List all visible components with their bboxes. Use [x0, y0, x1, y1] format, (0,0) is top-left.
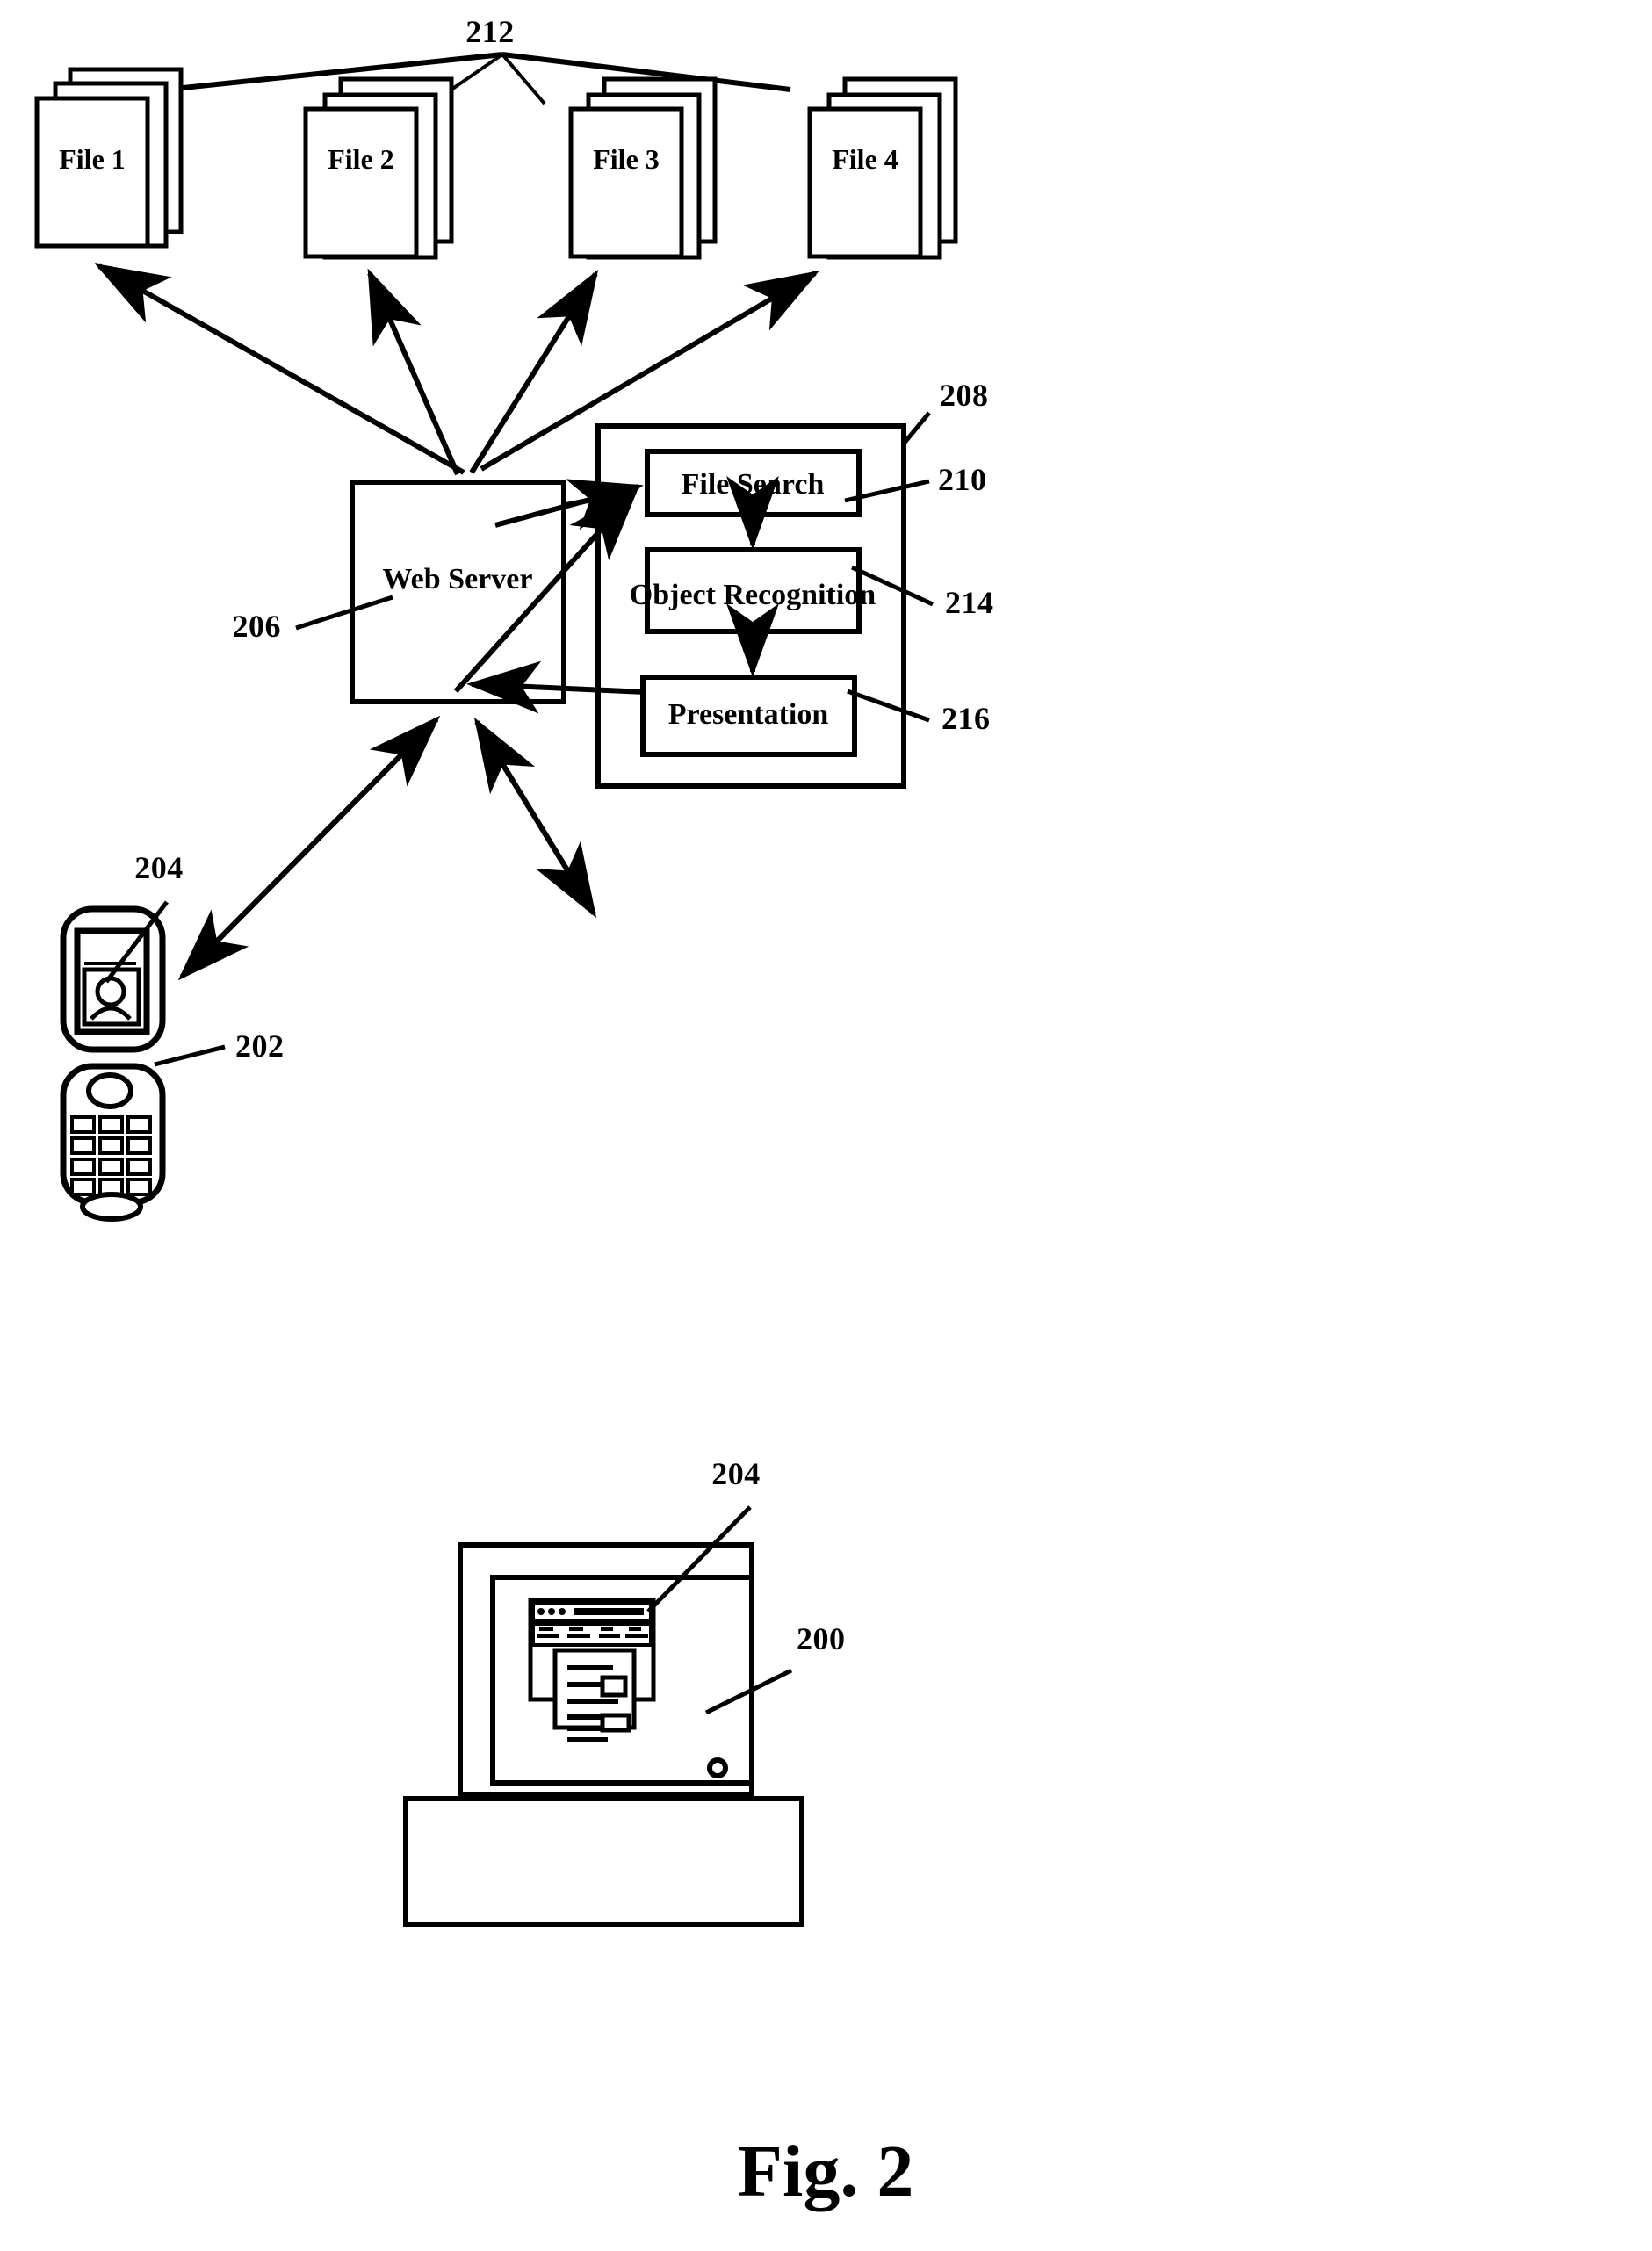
browser-thumbnail-1 — [600, 1675, 628, 1698]
presentation-label: Presentation — [668, 698, 829, 731]
mobile-bottom-button — [80, 1192, 143, 1222]
file-stack-1-label: File 1 — [59, 143, 126, 175]
desktop-computer-device — [403, 1542, 804, 1927]
ref-214: 214 — [945, 585, 994, 620]
ref-206: 206 — [233, 609, 282, 644]
file-stack-1: File 1 — [34, 67, 184, 249]
object-recognition-label: Object Recognition — [630, 579, 876, 611]
file-search-label: File Search — [682, 468, 825, 501]
monitor-power-indicator — [707, 1757, 728, 1778]
ref-216: 216 — [941, 701, 991, 736]
file-stack-4: File 4 — [807, 76, 958, 260]
ref-212: 212 — [465, 14, 515, 49]
ref-210: 210 — [938, 462, 987, 497]
mobile-phone-device — [60, 905, 166, 1222]
file-stack-4-label: File 4 — [832, 143, 898, 175]
ref-204-computer: 204 — [711, 1456, 761, 1491]
ref-202: 202 — [235, 1028, 285, 1064]
computer-server-connection — [473, 717, 597, 919]
ref-200: 200 — [797, 1621, 846, 1656]
file-stack-3: File 3 — [568, 76, 718, 260]
figure-caption: Fig. 2 — [738, 2131, 914, 2212]
web-server-label: Web Server — [383, 563, 533, 595]
module-file-search: File Search — [645, 449, 862, 517]
file-stack-3-label: File 3 — [593, 143, 660, 175]
ref-208: 208 — [940, 378, 989, 413]
ref-204-phone: 204 — [134, 850, 184, 885]
ref-202-leader — [154, 1044, 226, 1067]
file-stack-2-label: File 2 — [328, 143, 394, 175]
module-object-recognition: Object Recognition — [630, 547, 876, 634]
patent-figure-2: 212 File 1 File 2 File 3 File 4 Web Serv… — [0, 0, 1652, 2251]
file-stack-2: File 2 — [303, 76, 454, 260]
figure-canvas: 212 File 1 File 2 File 3 File 4 Web Serv… — [34, 14, 994, 2212]
monitor-base — [403, 1796, 804, 1927]
phone-server-connection — [177, 715, 441, 981]
mobile-nav-button — [86, 1072, 133, 1109]
ref-208-leader — [902, 411, 931, 445]
browser-thumbnail-2 — [600, 1713, 631, 1733]
module-presentation: Presentation — [640, 675, 857, 757]
